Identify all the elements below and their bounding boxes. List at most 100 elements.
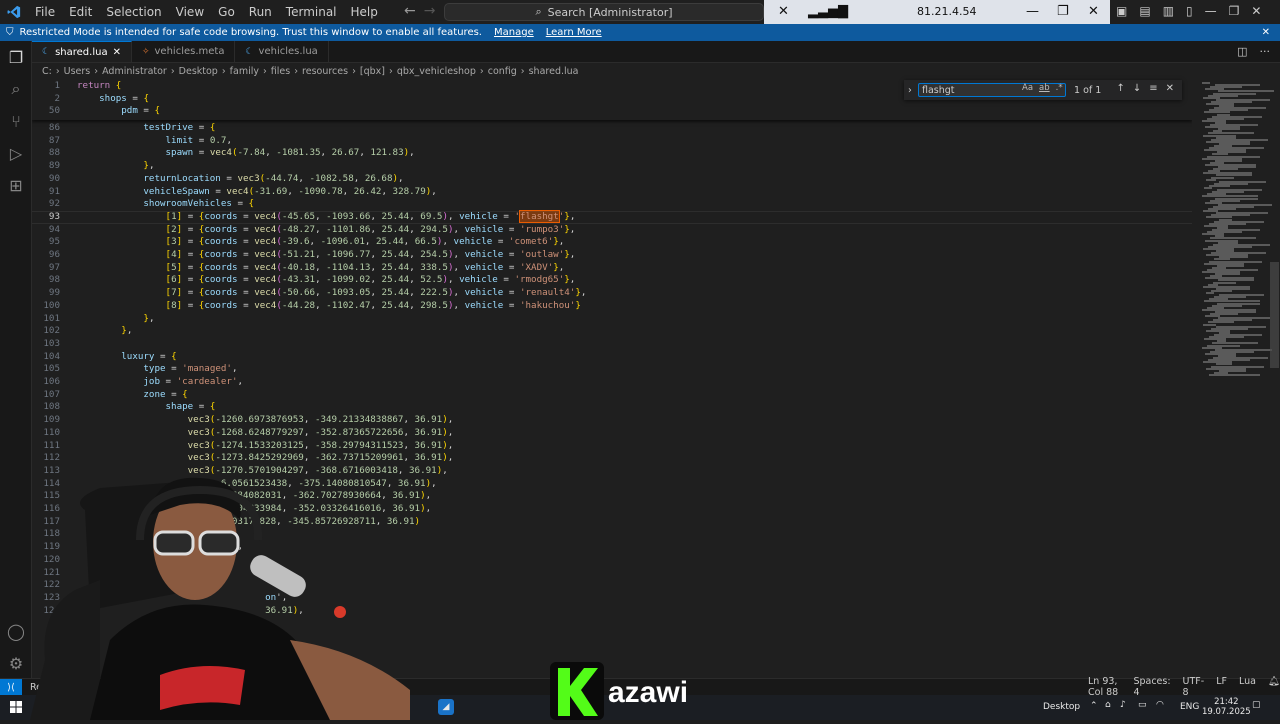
code-line[interactable]: 88 spawn = vec4(-7.84, -1081.35, 26.67, … — [32, 147, 1192, 160]
toggle-replace-icon[interactable]: › — [908, 85, 912, 96]
layout-icon[interactable]: ▣ — [1116, 4, 1127, 18]
desktop-label[interactable]: Desktop — [1043, 702, 1080, 712]
find-in-selection-icon[interactable]: ≡ — [1149, 83, 1157, 94]
regex-toggle[interactable]: .* — [1056, 83, 1063, 93]
notification-center-icon[interactable]: ▢ — [1252, 700, 1261, 710]
account-icon[interactable]: ◯ — [6, 621, 26, 641]
breadcrumb-item[interactable]: [qbx] — [360, 66, 385, 77]
whole-word-toggle[interactable]: ab — [1039, 83, 1050, 93]
breadcrumb-item[interactable]: C: — [42, 66, 52, 77]
code-line[interactable]: 97 [5] = {coords = vec4(-40.18, -1104.13… — [32, 262, 1192, 275]
restore-remote-icon[interactable]: ❐ — [1057, 4, 1069, 19]
unpin-icon[interactable]: ✕ — [778, 4, 789, 19]
breadcrumb-item[interactable]: shared.lua — [529, 66, 579, 77]
tab-vehicles-lua[interactable]: ☾ vehicles.lua — [235, 41, 329, 62]
back-arrow-icon[interactable]: ← — [404, 3, 416, 19]
close-banner-icon[interactable]: ✕ — [1262, 27, 1270, 38]
battery-icon[interactable]: ▭ — [1138, 700, 1147, 710]
code-line[interactable]: 106 job = 'cardealer', — [32, 376, 1192, 389]
breadcrumb-item[interactable]: Desktop — [179, 66, 218, 77]
code-line[interactable]: 101 }, — [32, 313, 1192, 326]
code-line[interactable]: 89 }, — [32, 160, 1192, 173]
breadcrumb-item[interactable]: resources — [302, 66, 348, 77]
tab-shared-lua[interactable]: ☾ shared.lua ✕ — [32, 41, 132, 62]
code-line[interactable]: 92 showroomVehicles = { — [32, 198, 1192, 211]
source-control-icon[interactable]: ⑂ — [6, 111, 26, 131]
network-icon[interactable]: ⌂ — [1105, 700, 1111, 710]
explorer-icon[interactable]: ❐ — [6, 47, 26, 67]
code-line[interactable]: 102 }, — [32, 325, 1192, 338]
code-line[interactable]: 110 vec3(-1268.6248779297, -352.87365722… — [32, 427, 1192, 440]
menu-item-file[interactable]: File — [28, 5, 62, 19]
breadcrumb-item[interactable]: Administrator — [102, 66, 167, 77]
close-find-icon[interactable]: ✕ — [1166, 83, 1174, 94]
code-line[interactable]: 86 testDrive = { — [32, 122, 1192, 135]
settings-gear-icon[interactable]: ⚙ — [6, 653, 26, 673]
learn-more-link[interactable]: Learn More — [546, 27, 602, 38]
language-indicator[interactable]: ENG — [1180, 702, 1199, 712]
code-line[interactable]: 105 type = 'managed', — [32, 363, 1192, 376]
code-line[interactable]: 94 [2] = {coords = vec4(-48.27, -1101.86… — [32, 224, 1192, 237]
tray-overflow-icon[interactable]: ⌃ — [1090, 701, 1098, 711]
code-line[interactable]: 109 vec3(-1260.6973876953, -349.21334838… — [32, 414, 1192, 427]
menu-item-run[interactable]: Run — [242, 5, 279, 19]
app-vscode-icon[interactable]: ◢ — [438, 699, 454, 715]
code-line[interactable]: 99 [7] = {coords = vec4(-50.66, -1093.05… — [32, 287, 1192, 300]
windows-start-icon[interactable] — [8, 699, 24, 715]
forward-arrow-icon[interactable]: → — [424, 3, 436, 19]
code-line[interactable]: 96 [4] = {coords = vec4(-51.21, -1096.77… — [32, 249, 1192, 262]
manage-link[interactable]: Manage — [494, 27, 534, 38]
close-window-icon[interactable]: ✕ — [1251, 4, 1261, 18]
code-line[interactable]: 111 vec3(-1274.1533203125, -358.29794311… — [32, 440, 1192, 453]
menu-item-help[interactable]: Help — [344, 5, 385, 19]
minimize-remote-icon[interactable]: — — [1026, 4, 1039, 19]
volume-icon[interactable]: ♪ — [1120, 700, 1126, 710]
match-case-toggle[interactable]: Aa — [1022, 83, 1033, 93]
toggle-secondary-icon[interactable]: ▯ — [1186, 4, 1193, 18]
search-view-icon[interactable]: ⌕ — [6, 79, 26, 99]
menu-item-view[interactable]: View — [169, 5, 211, 19]
breadcrumb-item[interactable]: files — [271, 66, 290, 77]
line-number: 98 — [48, 274, 60, 286]
breadcrumb-item[interactable]: Users — [64, 66, 91, 77]
code-line[interactable]: 87 limit = 0.7, — [32, 135, 1192, 148]
toggle-panel-icon[interactable]: ▤ — [1139, 4, 1150, 18]
breadcrumb-item[interactable]: family — [230, 66, 259, 77]
code-line[interactable]: 93 [1] = {coords = vec4(-45.65, -1093.66… — [32, 209, 1192, 224]
scrollbar-thumb[interactable] — [1270, 262, 1279, 368]
code-line[interactable]: 108 shape = { — [32, 401, 1192, 414]
command-center-search[interactable]: ⌕ Search [Administrator] — [444, 3, 764, 21]
run-debug-icon[interactable]: ▷ — [6, 143, 26, 163]
code-line[interactable]: 90 returnLocation = vec3(-44.74, -1082.5… — [32, 173, 1192, 186]
tab-vehicles-meta[interactable]: ✧ vehicles.meta — [132, 41, 236, 62]
minimize-icon[interactable]: — — [1205, 4, 1217, 18]
maximize-icon[interactable]: ❐ — [1229, 4, 1240, 18]
split-editor-icon[interactable]: ◫ — [1237, 45, 1247, 58]
more-actions-icon[interactable]: ··· — [1260, 45, 1271, 58]
menu-item-terminal[interactable]: Terminal — [279, 5, 344, 19]
extensions-icon[interactable]: ⊞ — [6, 175, 26, 195]
previous-match-icon[interactable]: ↑ — [1116, 83, 1124, 94]
menu-item-edit[interactable]: Edit — [62, 5, 99, 19]
breadcrumb-item[interactable]: config — [488, 66, 517, 77]
code-line[interactable]: 103 — [32, 338, 1192, 351]
code-line[interactable]: 104 luxury = { — [32, 351, 1192, 364]
code-line[interactable]: 100 [8] = {coords = vec4(-44.28, -1102.4… — [32, 300, 1192, 313]
code-line[interactable]: 112 vec3(-1273.8425292969, -362.73715209… — [32, 452, 1192, 465]
clock[interactable]: 21:42 19.07.2025 — [1202, 697, 1251, 717]
breadcrumb-item[interactable]: qbx_vehicleshop — [397, 66, 476, 77]
code-line[interactable]: 98 [6] = {coords = vec4(-43.31, -1099.02… — [32, 274, 1192, 287]
code-line[interactable]: 107 zone = { — [32, 389, 1192, 402]
close-remote-icon[interactable]: ✕ — [1088, 4, 1099, 19]
code-line[interactable]: 95 [3] = {coords = vec4(-39.6, -1096.01,… — [32, 236, 1192, 249]
minimap[interactable] — [1192, 80, 1280, 678]
menu-item-go[interactable]: Go — [211, 5, 242, 19]
wifi-icon[interactable]: ◠ — [1156, 700, 1164, 710]
menu-item-selection[interactable]: Selection — [99, 5, 168, 19]
code-line[interactable]: 50 pdm = { — [32, 105, 1192, 118]
next-match-icon[interactable]: ↓ — [1133, 83, 1141, 94]
close-tab-icon[interactable]: ✕ — [113, 47, 121, 58]
toggle-sidebar-icon[interactable]: ▥ — [1163, 4, 1174, 18]
remote-indicator-icon[interactable]: ⟩⟨ — [0, 678, 22, 696]
code-line[interactable]: 91 vehicleSpawn = vec4(-31.69, -1090.78,… — [32, 186, 1192, 199]
